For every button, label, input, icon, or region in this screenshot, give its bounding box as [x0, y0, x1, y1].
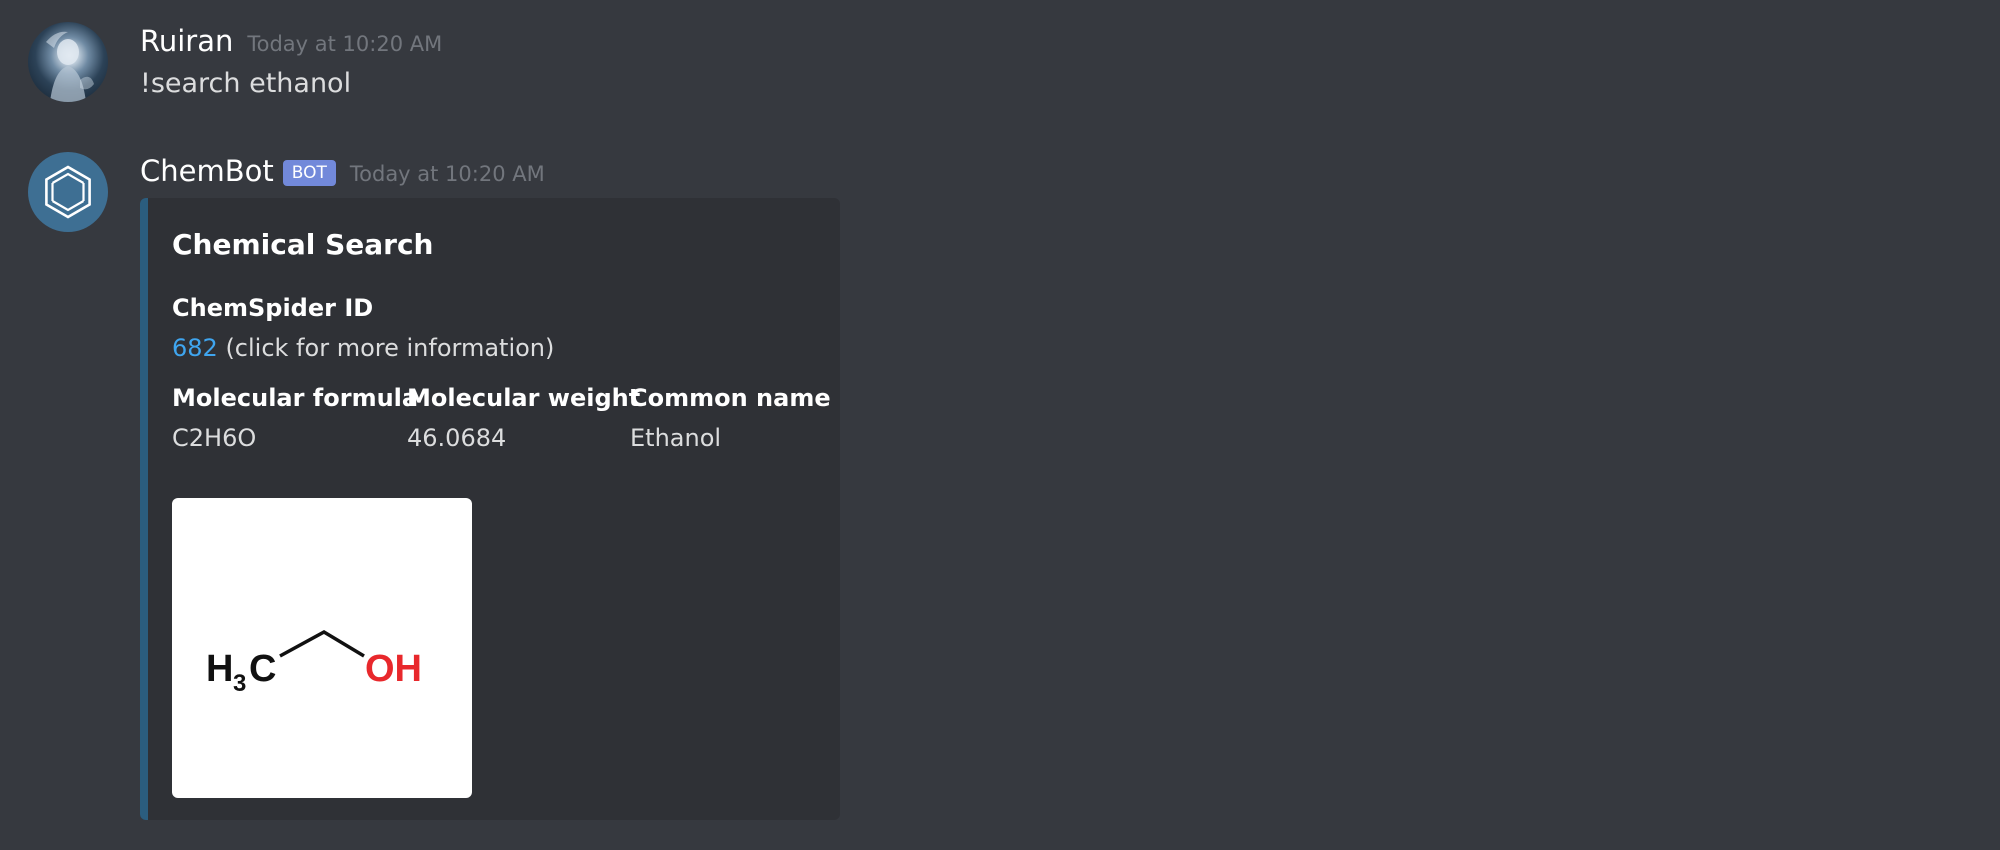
- structure-label-subscript: 3: [233, 670, 246, 697]
- field-name: Molecular formula: [172, 384, 419, 412]
- bot-username[interactable]: ChemBot: [140, 152, 274, 190]
- message-text: !search ethanol: [140, 68, 352, 99]
- field-name: Molecular weight: [407, 384, 641, 412]
- chemspider-id-link[interactable]: 682: [172, 334, 218, 362]
- field-value: 46.0684: [407, 424, 507, 452]
- user-avatar-photo: [46, 31, 94, 102]
- field-value: 682 (click for more information): [172, 332, 554, 364]
- benzene-hexagon-icon: [45, 165, 91, 219]
- field-common-name: Common name Ethanol: [630, 382, 831, 454]
- bot-avatar[interactable]: [28, 152, 108, 232]
- field-chemspider-id: ChemSpider ID 682 (click for more inform…: [172, 292, 554, 364]
- chemical-search-embed: Chemical Search ChemSpider ID 682 (click…: [140, 198, 840, 820]
- field-name: Common name: [630, 384, 831, 412]
- bot-badge: BOT: [282, 160, 336, 186]
- field-molecular-formula: Molecular formula C2H6O: [172, 382, 418, 454]
- username[interactable]: Ruiran: [140, 22, 233, 60]
- structure-label-oh: OH: [365, 648, 422, 690]
- user-avatar[interactable]: [28, 22, 108, 102]
- chemspider-note: (click for more information): [217, 334, 555, 362]
- structure-label-h: H: [206, 648, 233, 690]
- structure-label-c: C: [249, 648, 276, 690]
- field-value: Ethanol: [630, 424, 722, 452]
- embed-title: Chemical Search: [172, 228, 434, 261]
- field-value: C2H6O: [172, 424, 257, 452]
- message-timestamp[interactable]: Today at 10:20 AM: [247, 32, 442, 56]
- structure-image[interactable]: H 3 C OH: [172, 498, 472, 798]
- embed-accent-bar: [140, 198, 148, 820]
- chat-area: Ruiran Today at 10:20 AM !search ethanol…: [0, 0, 2000, 850]
- field-name: ChemSpider ID: [172, 294, 374, 322]
- field-molecular-weight: Molecular weight 46.0684: [407, 382, 640, 454]
- message-timestamp[interactable]: Today at 10:20 AM: [350, 162, 545, 186]
- ethanol-structure-diagram: H 3 C OH: [206, 629, 422, 697]
